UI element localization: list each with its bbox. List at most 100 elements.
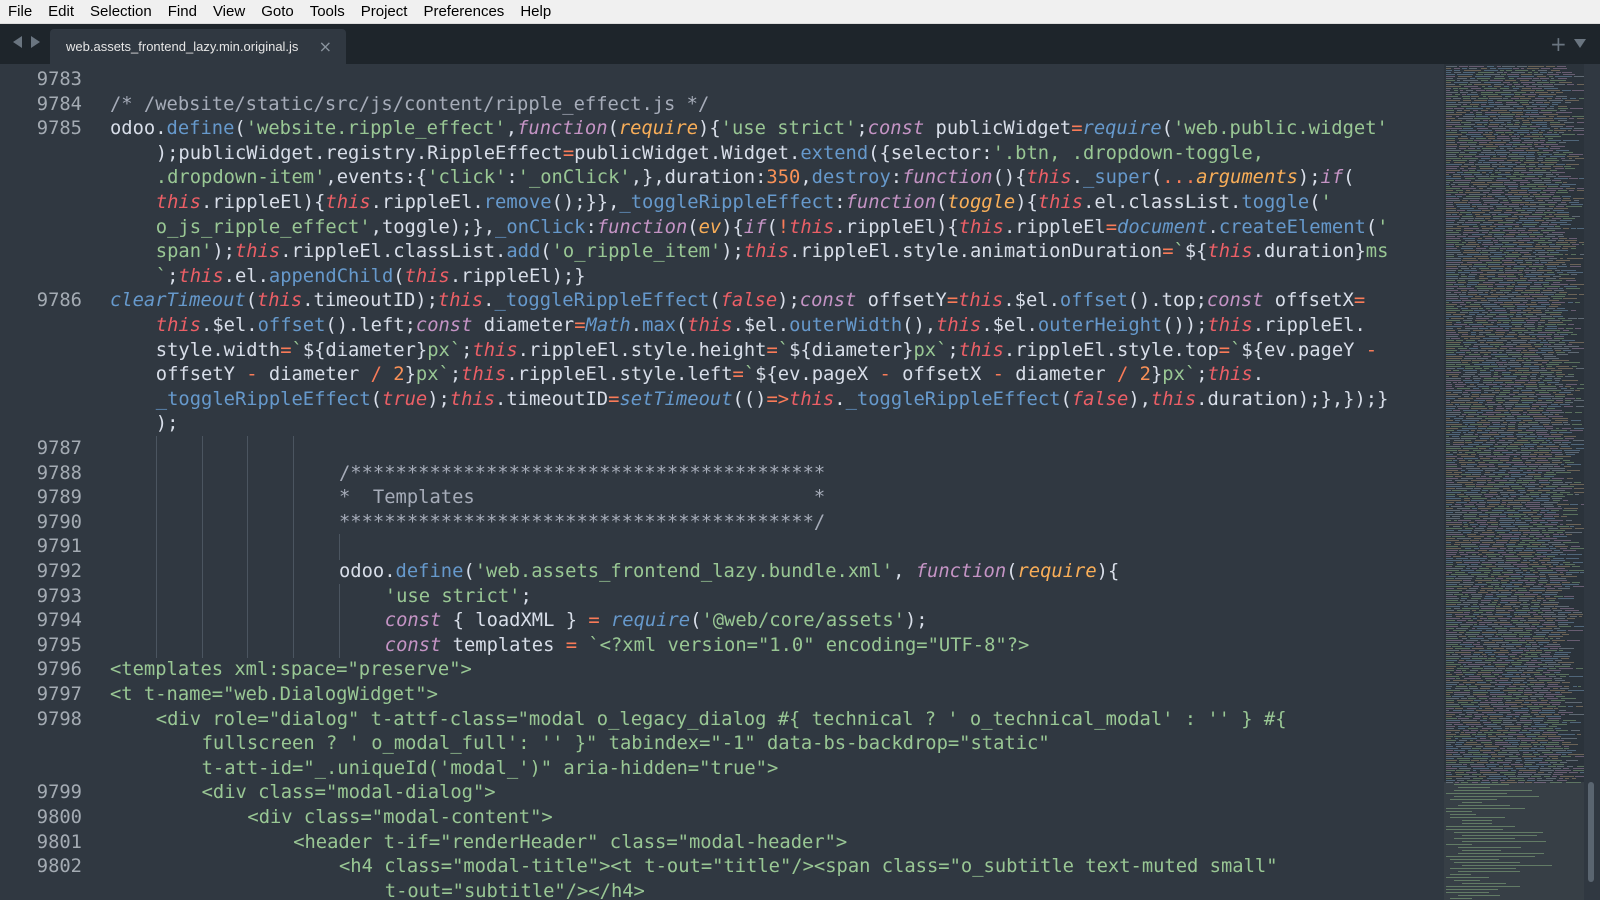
code-line[interactable]: ); bbox=[0, 411, 1420, 436]
code-line[interactable]: 9790 ************************************… bbox=[0, 509, 1420, 536]
code-line[interactable]: _toggleRippleEffect(true);this.timeoutID… bbox=[0, 387, 1420, 412]
code-line[interactable]: 9783 bbox=[0, 67, 1420, 92]
minimap-line bbox=[1475, 570, 1491, 571]
triangle-right-icon[interactable] bbox=[31, 36, 40, 48]
minimap-line bbox=[1540, 572, 1558, 573]
minimap-line bbox=[1544, 274, 1555, 275]
minimap-line bbox=[1512, 718, 1517, 719]
minimap-line bbox=[1545, 694, 1562, 695]
minimap-line bbox=[1555, 666, 1571, 667]
minimap-line bbox=[1527, 174, 1544, 175]
code-line[interactable]: this.rippleEl){this.rippleEl.remove();}}… bbox=[0, 190, 1420, 215]
code-line[interactable]: this.$el.offset().left;const diameter=Ma… bbox=[0, 313, 1420, 338]
code-line[interactable]: 9784/* /website/static/src/js/content/ri… bbox=[0, 92, 1420, 117]
code-line[interactable]: 9800 <div class="modal-content"> bbox=[0, 805, 1420, 830]
minimap-line bbox=[1537, 740, 1549, 741]
minimap-line bbox=[1446, 560, 1462, 561]
minimap-line bbox=[1446, 314, 1452, 315]
code-line[interactable]: o_js_ripple_effect',toggle);},_onClick:f… bbox=[0, 215, 1420, 240]
minimap-line bbox=[1478, 208, 1489, 209]
minimap-line bbox=[1495, 340, 1508, 341]
minimap-line bbox=[1475, 584, 1487, 585]
code-line[interactable]: 9785 odoo.define('website.ripple_effect',… bbox=[0, 116, 1420, 141]
vertical-scrollbar[interactable] bbox=[1584, 64, 1600, 900]
minimap-line bbox=[1446, 650, 1459, 651]
code-line[interactable]: 9792 odoo.define('web.assets_frontend_laz… bbox=[0, 559, 1420, 585]
plus-icon[interactable]: + bbox=[1550, 33, 1567, 55]
code-line[interactable]: 9797 <t t-name="web.DialogWidget"> bbox=[0, 682, 1420, 707]
minimap-line bbox=[1458, 220, 1466, 221]
menu-item-goto[interactable]: Goto bbox=[253, 0, 302, 24]
minimap-line bbox=[1489, 682, 1497, 683]
code-line[interactable]: 9789 * Templates * bbox=[0, 485, 1420, 511]
code-line[interactable]: 9793'use strict'; bbox=[0, 583, 1420, 610]
code-line[interactable]: 9796 <templates xml:space="preserve"> bbox=[0, 657, 1420, 682]
menu-item-preferences[interactable]: Preferences bbox=[415, 0, 512, 24]
minimap-line bbox=[1546, 146, 1550, 147]
code-line[interactable]: 9794 const { loadXML } = require('@web/co… bbox=[0, 608, 1420, 634]
code-line[interactable]: t-att-id="_.uniqueId('modal_')" aria-hid… bbox=[0, 756, 1420, 781]
minimap-line bbox=[1488, 124, 1500, 125]
code-line[interactable]: t-out="subtitle"/></h4> bbox=[0, 879, 1420, 900]
minimap-line bbox=[1489, 160, 1504, 161]
minimap[interactable] bbox=[1444, 64, 1584, 900]
minimap-line bbox=[1484, 378, 1499, 379]
minimap-line bbox=[1451, 376, 1459, 377]
code-line[interactable]: 9786 clearTimeout(this.timeoutID);this._t… bbox=[0, 288, 1420, 313]
code-line[interactable]: .dropdown-item',events:{'click':'_onClic… bbox=[0, 165, 1420, 190]
minimap-line bbox=[1555, 606, 1570, 607]
code-line[interactable]: fullscreen ? ' o_modal_full': '' }" tabi… bbox=[0, 731, 1420, 756]
minimap-line bbox=[1526, 670, 1534, 671]
triangle-left-icon[interactable] bbox=[13, 36, 22, 48]
code-line[interactable]: 9791 bbox=[0, 534, 1420, 560]
menu-item-selection[interactable]: Selection bbox=[82, 0, 160, 24]
minimap-line bbox=[1542, 616, 1551, 617]
code-line[interactable]: offsetY - diameter / 2}px`;this.rippleEl… bbox=[0, 362, 1420, 387]
minimap-line bbox=[1545, 364, 1560, 365]
close-icon[interactable]: × bbox=[319, 29, 332, 64]
menu-item-project[interactable]: Project bbox=[353, 0, 416, 24]
minimap-line bbox=[1453, 382, 1457, 383]
minimap-line bbox=[1540, 496, 1548, 497]
minimap-line bbox=[1527, 108, 1532, 109]
code-line[interactable]: style.width=`${diameter}px`;this.rippleE… bbox=[0, 338, 1420, 363]
menu-item-view[interactable]: View bbox=[205, 0, 253, 24]
menu-item-edit[interactable]: Edit bbox=[40, 0, 82, 24]
minimap-line bbox=[1492, 308, 1505, 309]
line-number: 9794 bbox=[36, 610, 82, 632]
minimap-line bbox=[1546, 584, 1561, 585]
minimap-line bbox=[1518, 426, 1531, 427]
minimap-line bbox=[1446, 482, 1455, 483]
menu-item-file[interactable]: File bbox=[0, 0, 40, 24]
minimap-line bbox=[1521, 668, 1536, 669]
minimap-line bbox=[1446, 398, 1456, 399]
minimap-line bbox=[1464, 368, 1474, 369]
menu-item-help[interactable]: Help bbox=[512, 0, 559, 24]
minimap-line bbox=[1538, 762, 1549, 763]
minimap-line bbox=[1554, 692, 1560, 693]
code-line[interactable]: 9801 <header t-if="renderHeader" class="m… bbox=[0, 830, 1420, 855]
minimap-line bbox=[1455, 480, 1468, 481]
minimap-line bbox=[1495, 628, 1508, 629]
code-line[interactable]: 9788/***********************************… bbox=[0, 460, 1420, 487]
code-line[interactable]: span');this.rippleEl.classList.add('o_ri… bbox=[0, 239, 1420, 264]
code-line[interactable]: `;this.el.appendChild(this.rippleEl);} bbox=[0, 264, 1420, 289]
minimap-line bbox=[1493, 452, 1501, 453]
menu-item-find[interactable]: Find bbox=[160, 0, 205, 24]
code-line[interactable]: 9799 <div class="modal-dialog"> bbox=[0, 780, 1420, 805]
code-line[interactable]: 9795 const templates = `<?xml version="1.… bbox=[0, 632, 1420, 659]
code-editor[interactable]: 9783 9784/* /website/static/src/js/conten… bbox=[0, 64, 1444, 900]
minimap-line bbox=[1571, 348, 1584, 349]
scrollbar-thumb[interactable] bbox=[1588, 782, 1594, 882]
code-line[interactable]: 9798 <div role="dialog" t-attf-class="mod… bbox=[0, 707, 1420, 732]
code-line[interactable]: );publicWidget.registry.RippleEffect=pub… bbox=[0, 141, 1420, 166]
minimap-line bbox=[1473, 256, 1488, 257]
chevron-down-icon[interactable] bbox=[1574, 39, 1586, 48]
menu-item-tools[interactable]: Tools bbox=[302, 0, 353, 24]
minimap-line bbox=[1512, 710, 1530, 711]
minimap-line bbox=[1545, 658, 1558, 659]
code-line[interactable]: 9787 bbox=[0, 436, 1420, 462]
tab-active-file[interactable]: web.assets_frontend_lazy.min.original.js… bbox=[50, 29, 346, 64]
code-line[interactable]: 9802 <h4 class="modal-title"><t t-out="ti… bbox=[0, 854, 1420, 879]
minimap-line bbox=[1568, 178, 1578, 179]
